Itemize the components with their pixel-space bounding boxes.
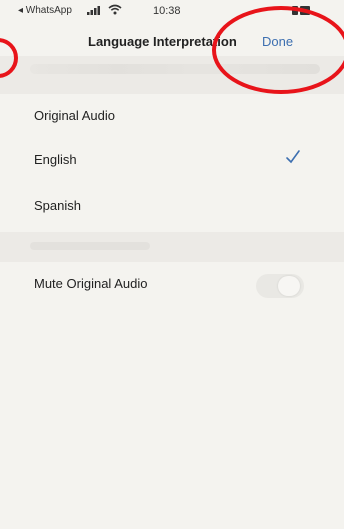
mute-original-audio-toggle[interactable] <box>256 274 304 298</box>
option-original-audio[interactable]: Original Audio <box>0 94 344 140</box>
screen: ◂ WhatsApp 10:38 Language Interpretation… <box>0 0 344 529</box>
blurred-section-text <box>30 242 150 250</box>
status-time: 10:38 <box>153 5 181 17</box>
option-english-label: English <box>34 152 77 167</box>
mute-original-audio-label: Mute Original Audio <box>34 276 148 291</box>
option-english[interactable]: English <box>0 138 344 184</box>
option-original-audio-label: Original Audio <box>34 108 115 123</box>
annotation-circle <box>212 6 344 94</box>
wifi-icon <box>108 4 122 18</box>
option-spanish[interactable]: Spanish <box>0 184 344 230</box>
signal-icon <box>87 6 101 18</box>
empty-content-area <box>0 308 344 529</box>
checkmark-icon <box>284 148 302 166</box>
toggle-knob <box>278 276 300 296</box>
back-to-whatsapp[interactable]: ◂ WhatsApp <box>18 5 72 16</box>
section-separator <box>0 232 344 262</box>
mute-original-audio-row: Mute Original Audio <box>0 262 344 308</box>
option-spanish-label: Spanish <box>34 198 81 213</box>
